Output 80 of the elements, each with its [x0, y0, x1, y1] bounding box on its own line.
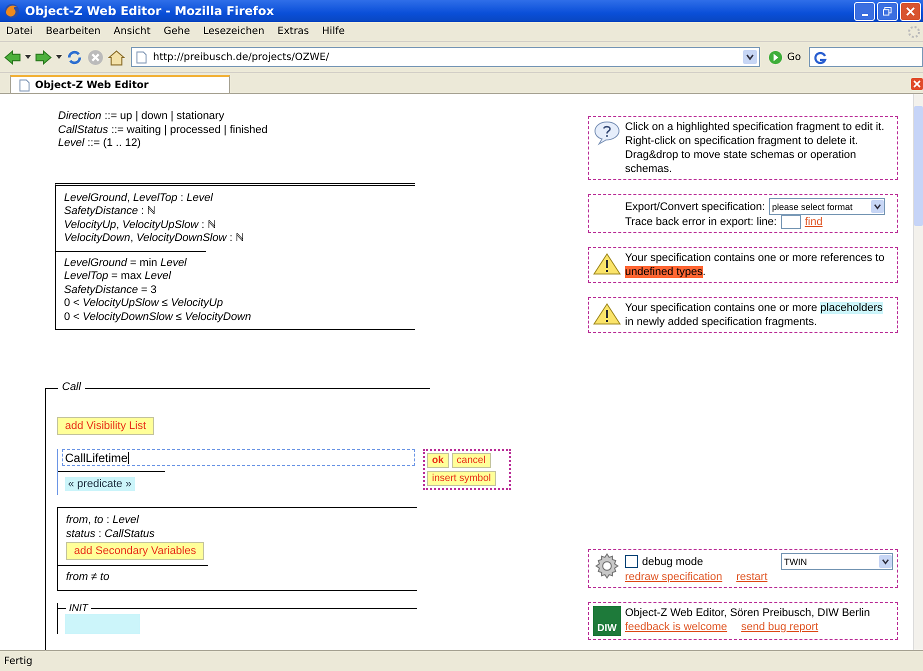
back-arrow-icon[interactable]: [4, 48, 21, 66]
format-select[interactable]: please select format: [769, 198, 886, 215]
debug-label: debug mode: [642, 554, 704, 568]
warning-text: Your specification contains one or more placeholders in newly added specification fragments.: [625, 301, 884, 329]
close-icon: [906, 6, 915, 16]
export-label: Export/Convert specification:: [625, 200, 766, 214]
line-input-field[interactable]: [780, 215, 801, 229]
predicate: LevelTop = max Level: [64, 270, 172, 284]
scrollbar[interactable]: [913, 94, 923, 650]
maximize-button[interactable]: [877, 2, 898, 20]
find-link[interactable]: find: [804, 215, 823, 229]
search-field[interactable]: [809, 47, 923, 67]
menu-item[interactable]: Extras: [277, 26, 310, 37]
predicate: LevelGround = min Level: [64, 256, 188, 270]
contact-link[interactable]: feedback is welcome: [625, 620, 728, 634]
warning-icon: [593, 251, 621, 277]
menu-item[interactable]: Datei: [6, 26, 33, 37]
page-icon: [136, 50, 147, 64]
predicate-placeholder[interactable]: « predicate »: [65, 477, 135, 491]
close-tab-icon[interactable]: [911, 78, 923, 90]
reload-icon[interactable]: [66, 48, 83, 66]
caret-icon[interactable]: [56, 55, 62, 59]
declaration: status : CallStatus: [66, 528, 156, 541]
init-schema-name: INIT: [69, 602, 88, 614]
minimize-button[interactable]: [854, 2, 875, 20]
search-engine-icon: [812, 49, 828, 65]
menu-item[interactable]: Gehe: [164, 26, 190, 37]
declaration: SafetyDistance : ℕ: [64, 205, 158, 218]
maximize-icon: [883, 6, 892, 16]
menu-item[interactable]: Hilfe: [322, 26, 345, 37]
action-link[interactable]: redraw specification: [625, 570, 722, 584]
name-input-field[interactable]: CallLifetime: [62, 449, 415, 466]
edit-action-button[interactable]: ok: [427, 453, 449, 468]
caret-icon[interactable]: [25, 55, 31, 59]
declaration: LevelGround, LevelTop : Level: [64, 192, 214, 205]
warning-text: Your specification contains one or more references to undefined types.: [625, 251, 886, 279]
home-icon[interactable]: [108, 48, 125, 66]
predicate: SafetyDistance = 3: [64, 284, 158, 297]
notation-select[interactable]: TWIN: [781, 553, 893, 570]
contact-link[interactable]: send bug report: [741, 620, 818, 634]
predicate: 0 < VelocityUpSlow ≤ VelocityUp: [64, 297, 224, 310]
play-circle-icon: [768, 50, 784, 64]
predicate: 0 < VelocityDownSlow ≤ VelocityDown: [64, 310, 252, 324]
action-link[interactable]: restart: [736, 570, 768, 584]
edit-action-button[interactable]: cancel: [452, 453, 491, 468]
browser-tab[interactable]: Object-Z Web Editor: [10, 75, 230, 93]
state-schema-box[interactable]: [55, 182, 415, 330]
gear-icon: [593, 553, 621, 579]
add-secondary-variables-button[interactable]: add Secondary Variables: [66, 542, 204, 560]
declaration: from, to : Level: [66, 514, 140, 528]
close-button[interactable]: [900, 2, 921, 20]
page-icon: [19, 78, 30, 92]
menu-item[interactable]: Bearbeiten: [46, 26, 101, 37]
credits-text: Object-Z Web Editor, Sören Preibusch, DIW Berlin: [625, 606, 871, 620]
organization-logo: DIW: [593, 606, 621, 636]
class-name: Call: [58, 381, 85, 393]
loading-spinner-icon: [907, 24, 921, 38]
type-definition: CallStatus ::= waiting | processed | finished: [58, 124, 269, 137]
minimize-icon: [862, 14, 868, 16]
status-text: Fertig: [4, 656, 33, 666]
question-bubble-icon: [593, 120, 621, 146]
menu-item[interactable]: Ansicht: [114, 26, 151, 37]
type-definition: Level ::= (1 .. 12): [58, 137, 142, 150]
debug-checkbox[interactable]: [625, 555, 638, 568]
browser-logo-icon: [4, 3, 20, 19]
declaration: VelocityUp, VelocityUpSlow : ℕ: [64, 218, 218, 232]
window-title: Object-Z Web Editor - Mozilla Firefox: [25, 4, 275, 18]
help-text: Click on a highlighted specification fragment to edit it. Right-click on specification fragment to delete it. Drag&drop to move state schemas or operation schemas.: [625, 120, 886, 176]
menu-item[interactable]: Lesezeichen: [202, 26, 264, 37]
trace-label: Trace back error in export: line:: [625, 215, 777, 229]
add-visibility-list-button[interactable]: add Visibility List: [57, 417, 154, 435]
warning-icon: [593, 301, 621, 327]
type-definition: Direction ::= up | down | stationary: [58, 110, 226, 124]
predicate: from ≠ to: [66, 571, 110, 584]
class-state-schema-box[interactable]: from, to : Level status : CallStatus add Secondary Variables from ≠ to: [57, 507, 417, 590]
declaration: VelocityDown, VelocityDownSlow : ℕ: [64, 232, 246, 246]
forward-arrow-icon[interactable]: [35, 48, 52, 66]
go-button[interactable]: Go: [764, 50, 805, 64]
address-field[interactable]: http://preibusch.de/projects/OZWE/: [131, 47, 760, 67]
edit-action-button[interactable]: insert symbol: [427, 471, 496, 486]
